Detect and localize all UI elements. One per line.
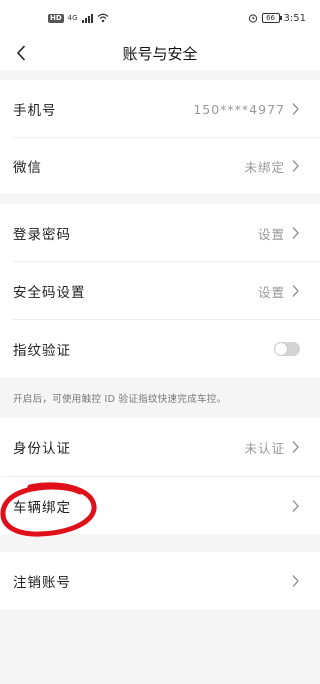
- wechat-value: 未绑定: [244, 159, 285, 175]
- row-phone[interactable]: 手机号 150****4977: [0, 80, 320, 138]
- status-bar: HD 4G 66 3:51: [0, 0, 320, 36]
- page-title: 账号与安全: [122, 44, 198, 63]
- phone-value: 150****4977: [193, 101, 285, 117]
- row-wechat[interactable]: 微信 未绑定: [0, 138, 320, 194]
- row-right: 未认证: [244, 438, 300, 457]
- cancel-account-label: 注销账号: [13, 575, 71, 591]
- chevron-right-icon: [292, 103, 299, 115]
- security-code-label: 安全码设置: [13, 285, 86, 301]
- chevron-right-icon: [292, 499, 299, 512]
- row-fingerprint: 指纹验证: [0, 320, 320, 378]
- row-right: 150****4977: [193, 102, 300, 117]
- nav-bar: 账号与安全: [0, 36, 320, 70]
- row-cancel-account[interactable]: 注销账号: [0, 552, 320, 610]
- row-vehicle-binding[interactable]: 车辆绑定: [0, 477, 320, 534]
- row-identity[interactable]: 身份认证 未认证: [0, 418, 320, 476]
- battery-icon: 66: [261, 13, 282, 23]
- status-bar-left: HD 4G: [48, 13, 109, 23]
- signal-icon: [81, 13, 93, 23]
- status-time: 3:51: [283, 12, 306, 24]
- row-right: 未绑定: [244, 157, 300, 176]
- fingerprint-label: 指纹验证: [13, 343, 71, 359]
- row-right: 设置: [258, 282, 300, 301]
- wechat-label: 微信: [13, 160, 42, 176]
- alarm-icon: [248, 14, 257, 23]
- login-password-label: 登录密码: [13, 227, 71, 243]
- vehicle-binding-label: 车辆绑定: [13, 499, 71, 516]
- phone-label: 手机号: [13, 103, 57, 119]
- chevron-left-icon: [16, 45, 26, 61]
- fingerprint-toggle[interactable]: [274, 342, 300, 356]
- chevron-right-icon: [292, 160, 299, 172]
- wifi-icon: [97, 13, 108, 23]
- row-security-code[interactable]: 安全码设置 设置: [0, 262, 320, 320]
- chevron-right-icon: [292, 227, 299, 239]
- security-code-value: 设置: [257, 284, 285, 300]
- chevron-right-icon: [292, 575, 299, 587]
- row-right: 设置: [258, 224, 300, 243]
- battery-level: 66: [266, 14, 275, 22]
- back-button[interactable]: [8, 40, 34, 66]
- status-bar-right: 66 3:51: [248, 13, 306, 24]
- row-login-password[interactable]: 登录密码 设置: [0, 204, 320, 262]
- fingerprint-hint: 开启后，可使用触控 ID 验证指纹快速完成车控。: [0, 378, 320, 418]
- chevron-right-icon: [292, 285, 299, 297]
- login-password-value: 设置: [257, 226, 285, 242]
- chevron-right-icon: [292, 441, 299, 453]
- network-type: 4G: [67, 14, 78, 22]
- identity-label: 身份认证: [13, 441, 71, 457]
- identity-value: 未认证: [244, 440, 285, 456]
- hd-badge: HD: [48, 13, 64, 23]
